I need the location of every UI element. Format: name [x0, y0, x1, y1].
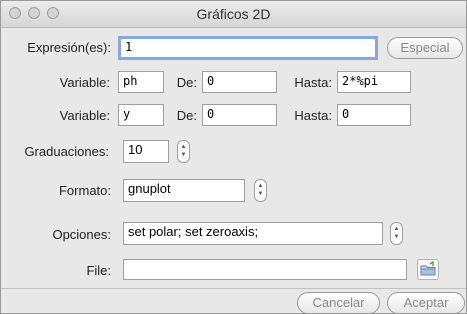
graficos-2d-dialog: Gráficos 2D Expresión(es): 1 Especial Va…: [0, 0, 467, 314]
variable2-from-label: De:: [176, 108, 197, 123]
stepper-up-icon[interactable]: ▲: [391, 225, 402, 233]
file-label: File:: [86, 263, 111, 278]
stepper-down-icon[interactable]: ▼: [255, 190, 266, 198]
variable1-from-label: De:: [176, 75, 197, 90]
options-input[interactable]: set polar; set zeroaxis;: [123, 222, 383, 245]
variable1-to-input[interactable]: 2*%pi: [337, 71, 411, 93]
variable1-to-label: Hasta:: [294, 75, 332, 90]
folder-icon: [420, 260, 436, 276]
format-input[interactable]: gnuplot: [123, 179, 245, 202]
format-label: Formato:: [58, 183, 111, 198]
variable2-to-label: Hasta:: [294, 108, 332, 123]
footer-divider: [1, 288, 466, 289]
graduations-stepper[interactable]: ▲ ▼: [177, 140, 190, 163]
stepper-up-icon[interactable]: ▲: [178, 143, 189, 151]
stepper-up-icon[interactable]: ▲: [255, 182, 266, 190]
expression-label: Expresión(es):: [27, 40, 111, 55]
window-title: Gráficos 2D: [196, 6, 271, 22]
browse-file-button[interactable]: [417, 259, 439, 280]
variable1-input[interactable]: ph: [118, 71, 164, 93]
variable1-from-input[interactable]: 0: [202, 71, 277, 93]
graduations-label: Graduaciones:: [24, 144, 109, 159]
variable1-label: Variable:: [59, 75, 110, 90]
options-label: Opciones:: [52, 227, 111, 242]
format-stepper[interactable]: ▲ ▼: [254, 179, 267, 202]
variable2-label: Variable:: [59, 108, 110, 123]
stepper-down-icon[interactable]: ▼: [178, 151, 189, 159]
graduations-input[interactable]: 10: [123, 140, 169, 163]
variable2-input[interactable]: y: [118, 104, 164, 126]
accept-button[interactable]: Aceptar: [387, 292, 465, 314]
variable2-to-input[interactable]: 0: [337, 104, 411, 126]
expression-input[interactable]: 1: [118, 36, 378, 60]
title-bar: Gráficos 2D: [1, 1, 466, 28]
file-input[interactable]: [123, 259, 407, 280]
cancel-button[interactable]: Cancelar: [297, 292, 380, 314]
options-stepper[interactable]: ▲ ▼: [390, 222, 403, 245]
stepper-down-icon[interactable]: ▼: [391, 233, 402, 241]
special-button[interactable]: Especial: [387, 37, 463, 59]
variable2-from-input[interactable]: 0: [202, 104, 277, 126]
